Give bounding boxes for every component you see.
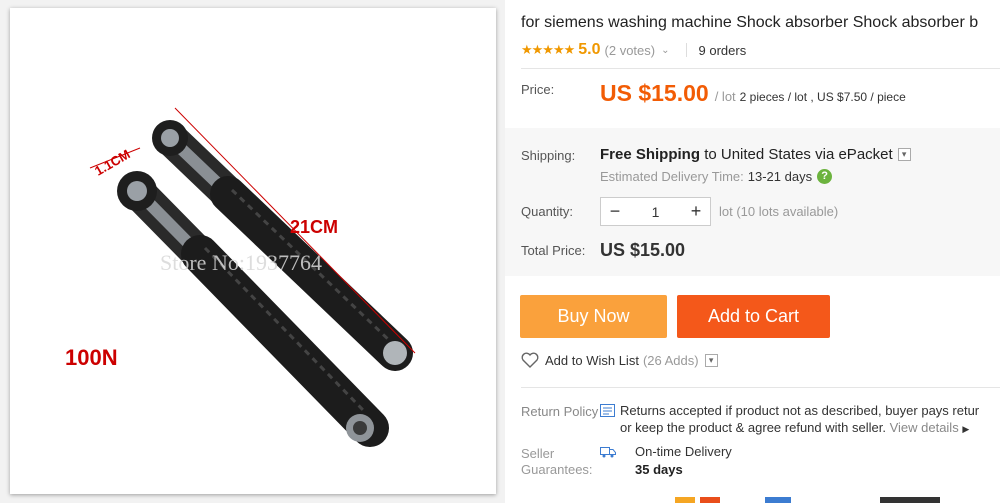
votes-link[interactable]: (2 votes) [605,43,656,58]
delivery-estimate: Estimated Delivery Time: 13-21 days ? [600,169,833,184]
chevron-down-icon[interactable]: ▾ [704,353,718,367]
free-shipping: Free Shipping [600,146,701,163]
rating-value: 5.0 [578,41,601,58]
increase-button[interactable]: + [682,198,710,225]
help-icon[interactable]: ? [817,169,833,184]
total-label: Total Price: [521,243,586,258]
price-per-piece: 2 pieces / lot , US $7.50 / piece [739,90,906,104]
payment-icons-partial [675,497,940,503]
divider [521,68,1000,69]
wish-list[interactable]: Add to Wish List (26 Adds) ▾ [521,352,718,368]
eta-label: Estimated Delivery Time: [600,169,744,184]
shipping-method[interactable]: ePacket [838,146,892,163]
product-title: for siemens washing machine Shock absorb… [521,14,979,31]
total-value: US $15.00 [600,240,686,260]
store-watermark: Store No:1937764 [160,250,322,275]
eta-days: 13-21 days [747,169,813,184]
quantity-stepper: − 1 + [600,197,711,226]
decrease-button[interactable]: − [601,198,629,225]
quantity-label: Quantity: [521,204,574,219]
rating-row: ★★★★★ 5.0 (2 votes) ⌄ 9 orders [521,41,746,59]
product-info: for siemens washing machine Shock absorb… [505,0,1000,503]
buy-now-button[interactable]: Buy Now [520,295,667,338]
star-rating-icon: ★★★★★ [521,42,575,57]
wish-list-link[interactable]: Add to Wish List [545,353,639,368]
shipping-destination[interactable]: United States [721,146,811,163]
chevron-down-icon[interactable]: ⌄ [661,45,669,56]
wish-count: (26 Adds) [642,352,699,368]
force-label: 100N [65,345,118,370]
seller-guarantees-label: Seller Guarantees: [521,446,593,477]
return-policy-line-1: Returns accepted if product not as descr… [620,403,980,418]
price-value: US $15.00 [600,80,709,106]
add-to-cart-button[interactable]: Add to Cart [677,295,830,338]
price-label: Price: [521,82,555,97]
chevron-right-icon[interactable]: ▶ [962,424,969,434]
quantity-note: lot (10 lots available) [719,204,839,219]
product-page: 1.1CM 21CM 100N Store No:1937764 for sie… [0,0,1000,503]
product-image[interactable]: 1.1CM 21CM 100N Store No:1937764 [10,8,496,494]
return-policy-label: Return Policy [521,404,599,419]
heart-icon [521,352,539,368]
on-time-delivery: On-time Delivery [635,444,732,459]
price-unit: / lot [714,89,736,104]
shock-absorber-photo: 1.1CM 21CM 100N Store No:1937764 [10,8,496,494]
orders-count: 9 orders [698,42,747,58]
shipping-info: Free Shipping to United States via ePack… [600,146,911,163]
truck-icon [600,447,616,458]
return-policy: Returns accepted if product not as descr… [600,402,1000,438]
on-time-delivery-days: 35 days [635,462,683,477]
shipping-label: Shipping: [521,148,576,163]
price-block: US $15.00 / lot 2 pieces / lot , US $7.5… [600,80,906,107]
view-details-link[interactable]: View details [890,420,959,435]
shipping-dropdown-icon[interactable]: ▾ [897,148,911,161]
divider [521,387,1000,388]
return-policy-icon [600,404,615,417]
return-policy-line-2: or keep the product & agree refund with … [620,420,886,435]
divider [685,43,687,57]
length-label: 21CM [290,217,338,237]
quantity-input[interactable]: 1 [629,204,682,220]
